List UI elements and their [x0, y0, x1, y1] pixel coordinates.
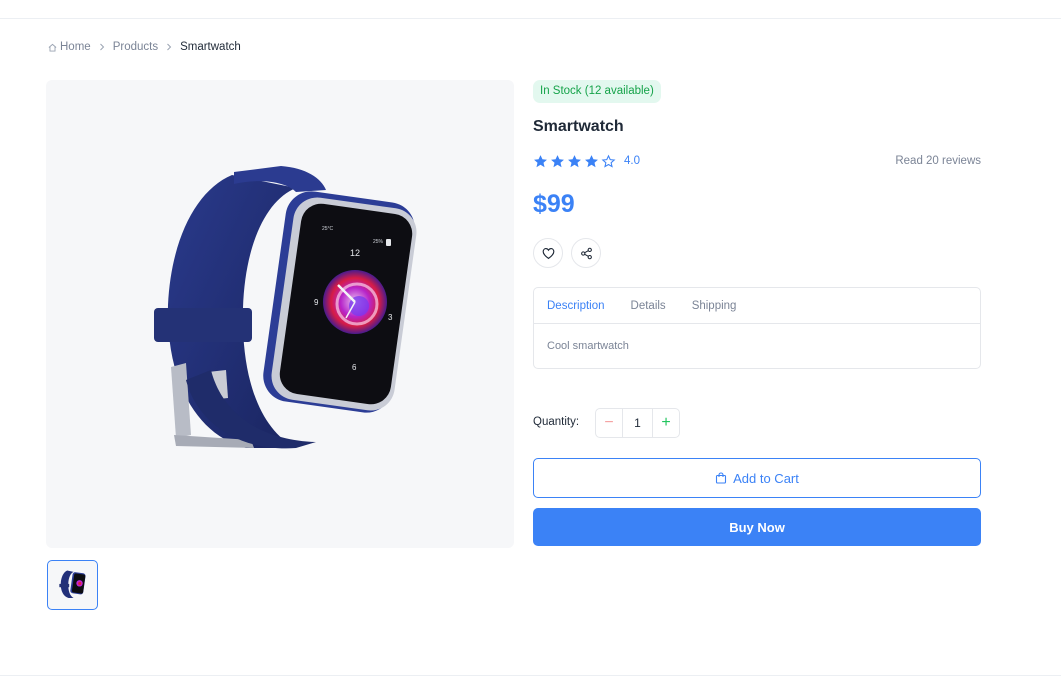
read-reviews-link[interactable]: Read 20 reviews — [895, 155, 981, 167]
star-filled-icon — [534, 154, 547, 167]
breadcrumb: Home Products Smartwatch — [48, 40, 241, 54]
quantity-input[interactable] — [623, 409, 652, 437]
smartwatch-thumbnail-image — [59, 570, 86, 598]
product-main-image: 12 9 3 6 25°C 25% — [46, 80, 514, 548]
rating-value: 4.0 — [624, 155, 640, 167]
stock-badge: In Stock (12 available) — [533, 80, 661, 103]
quantity-decrement-button[interactable]: − — [596, 409, 623, 437]
breadcrumb-home[interactable]: Home — [48, 41, 91, 53]
quantity-increment-button[interactable]: + — [652, 409, 679, 437]
add-to-cart-label: Add to Cart — [733, 470, 799, 486]
breadcrumb-home-label: Home — [60, 41, 91, 53]
quantity-stepper: − + — [595, 408, 680, 438]
tabs-header: Description Details Shipping — [534, 288, 980, 324]
watch-numeral-12: 12 — [350, 248, 360, 258]
breadcrumb-current: Smartwatch — [180, 41, 241, 53]
product-thumbnail[interactable] — [47, 560, 98, 610]
tab-details[interactable]: Details — [631, 300, 666, 312]
footer-divider — [0, 675, 1061, 676]
home-icon — [48, 43, 57, 52]
share-icon — [580, 247, 592, 259]
top-navbar — [0, 0, 1061, 19]
watch-battery: 25% — [373, 239, 384, 245]
rating-stars: 4.0 — [533, 153, 640, 169]
star-filled-icon — [585, 154, 598, 167]
tab-content: Cool smartwatch — [547, 340, 629, 352]
star-filled-icon — [551, 154, 564, 167]
share-button[interactable] — [571, 238, 601, 268]
watch-numeral-3: 3 — [388, 313, 393, 322]
heart-icon — [542, 247, 554, 259]
star-outline-icon — [601, 154, 616, 168]
wishlist-button[interactable] — [533, 238, 563, 268]
tab-description[interactable]: Description — [547, 300, 605, 312]
smartwatch-image: 12 9 3 6 25°C 25% — [154, 166, 417, 449]
watch-numeral-9: 9 — [314, 298, 319, 307]
shopping-bag-icon — [716, 472, 727, 484]
watch-numeral-6: 6 — [352, 363, 357, 372]
add-to-cart-button[interactable]: Add to Cart — [533, 458, 981, 498]
product-title: Smartwatch — [533, 118, 624, 135]
buy-now-button[interactable]: Buy Now — [533, 508, 981, 546]
tab-shipping[interactable]: Shipping — [692, 300, 737, 312]
quantity-label: Quantity: — [533, 416, 580, 428]
star-filled-icon — [568, 154, 581, 167]
breadcrumb-products[interactable]: Products — [113, 41, 158, 53]
product-info-tabs: Description Details Shipping Cool smartw… — [533, 287, 981, 369]
product-price: $99 — [533, 190, 575, 218]
chevron-right-icon — [158, 43, 180, 51]
chevron-right-icon — [91, 43, 113, 51]
watch-temperature: 25°C — [322, 226, 334, 232]
